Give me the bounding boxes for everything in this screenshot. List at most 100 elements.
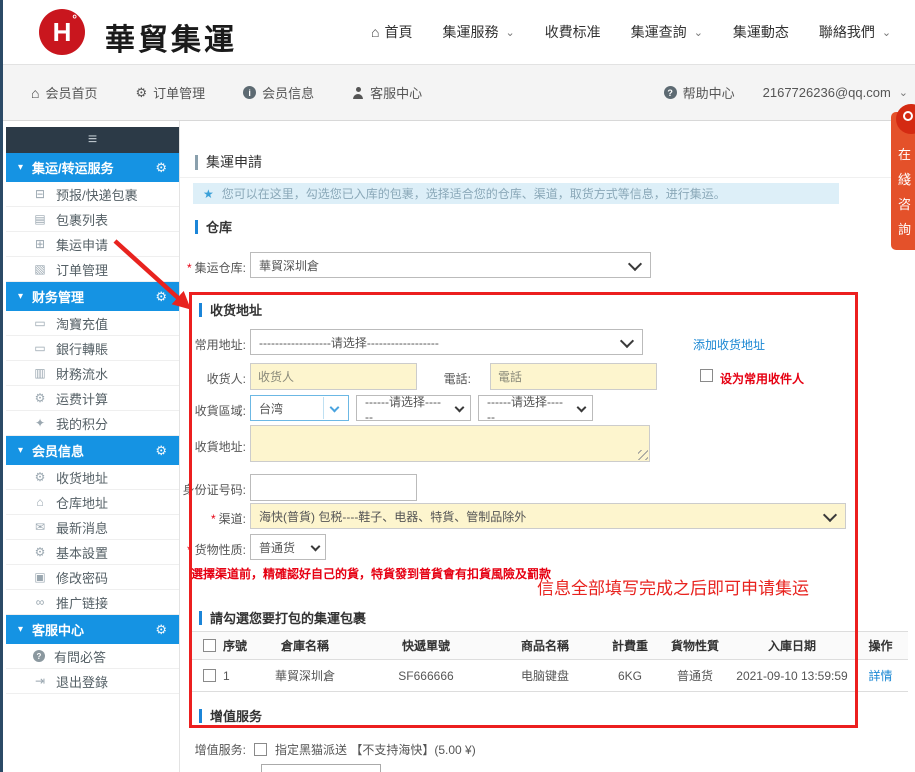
column-header: 序號 [223,637,247,654]
star-icon: ★ [203,187,214,201]
envelope-icon: ✉ [33,520,47,534]
account-email: 2167726236@qq.com [763,85,891,100]
caret-down-icon: ▾ [18,162,23,173]
sidebar-item-label: 预报/快递包裹 [56,185,138,204]
service-tab-char: 綫 [898,169,911,188]
gear-icon[interactable]: ⚙ [155,289,167,305]
page: H ° 華貿集運 ⌂ 首頁 集運服務 ⌄ 收費标准 集運查詢 ⌄ 集運動态 聯絡… [0,0,915,772]
sidebar-item-label: 我的积分 [56,414,108,433]
channel-warning-text: 選擇渠道前，精確認好自己的貨，特貨發到普貨會有扣貨風險及罰款 [191,565,551,582]
sidebar-section-support[interactable]: ▾ 客服中心 ⚙ [6,615,179,644]
cell-cargo-type: 普通货 [659,667,731,684]
sidebar-item-consolidation-apply[interactable]: ⊞ 集运申请 [6,232,179,257]
member-nav-orders[interactable]: ⚙ 订单管理 [135,83,205,102]
receiver-input[interactable] [250,363,417,390]
common-address-value: ------------------请选择------------------ [259,334,439,351]
region-select-1-value: 台湾 [259,400,283,417]
member-nav-home[interactable]: ⌂ 会员首页 [31,83,97,102]
select-divider [323,397,324,419]
sidebar-item-receive-address[interactable]: ⚙ 收货地址 [6,465,179,490]
table-row[interactable]: 1 華貿深圳倉 SF666666 电脑键盘 6KG 普通货 2021-09-10… [191,660,908,692]
sidebar-item-label: 基本設置 [56,543,108,562]
section-bar-accent [199,709,202,723]
common-address-select[interactable]: ------------------请选择------------------ [250,329,643,355]
top-nav-services[interactable]: 集運服務 ⌄ [442,22,514,42]
gift-icon: ✦ [33,416,47,430]
member-nav-label: 会员首页 [45,83,97,102]
gear-icon[interactable]: ⚙ [155,622,167,638]
warehouse-label: *集运仓库: [143,259,246,276]
sidebar-section-finance[interactable]: ▾ 财务管理 ⚙ [6,282,179,311]
sidebar-item-logout[interactable]: ⇥ 退出登錄 [6,669,179,694]
help-center-link[interactable]: ? 帮助中心 [664,83,735,102]
address-label: 收貨地址: [166,438,246,455]
member-nav-label: 订单管理 [153,83,205,102]
cell-product: 电脑键盘 [489,667,601,684]
sidebar-item-label: 銀行轉賬 [56,339,108,358]
warehouse-select-value: 華貿深圳倉 [259,257,319,274]
sidebar-section-member[interactable]: ▾ 会员信息 ⚙ [6,436,179,465]
sidebar-item-taobao-recharge[interactable]: ▭ 淘寶充值 [6,311,179,336]
address-textarea[interactable] [250,425,650,462]
region-select-3[interactable]: ------请选择------ [478,395,593,421]
sidebar-item-my-points[interactable]: ✦ 我的积分 [6,411,179,436]
top-nav-label: 集運服務 [442,22,498,42]
id-number-input[interactable] [250,474,417,501]
value-added-section-header: 增值服务 [199,706,262,725]
set-common-receiver-checkbox[interactable] [700,369,713,382]
annotation-text: 信息全部填写完成之后即可申请集运 [537,574,809,599]
top-nav-pricing[interactable]: 收費标准 [545,22,601,42]
sidebar-item-label: 运费计算 [56,389,108,408]
packages-table: 序號 倉庫名稱 快遞單號 商品名稱 計費重 貨物性質 入庫日期 操作 1 華貿深… [191,631,908,692]
required-mark: * [211,512,216,526]
warehouse-select[interactable]: 華貿深圳倉 [250,252,651,278]
account-menu[interactable]: 2167726236@qq.com ⌄ [763,85,908,100]
column-header: 操作 [853,637,908,654]
column-header: 倉庫名稱 [247,637,363,654]
gear-icon[interactable]: ⚙ [155,160,167,176]
sidebar-item-warehouse-address[interactable]: ⌂ 仓库地址 [6,490,179,515]
member-nav-info[interactable]: i 会员信息 [243,83,314,102]
sidebar-item-latest-news[interactable]: ✉ 最新消息 [6,515,179,540]
sidebar-item-label: 修改密码 [56,568,108,587]
cargo-type-label-text: 货物性质: [195,543,246,557]
member-navbar: ⌂ 会员首页 ⚙ 订单管理 i 会员信息 客服中心 ? 帮助中心 216772 [3,64,915,121]
phone-input[interactable] [490,363,657,390]
top-nav-home[interactable]: ⌂ 首頁 [371,22,412,42]
address-section-title: 收货地址 [210,300,262,319]
sidebar-item-finance-flow[interactable]: ▥ 財務流水 [6,361,179,386]
required-mark: * [187,543,192,557]
top-nav-contact[interactable]: 聯絡我們 ⌄ [819,22,891,42]
sidebar-item-label: 財務流水 [56,364,108,383]
select-all-checkbox[interactable] [203,639,216,652]
channel-select-value: 海快(普貨) 包税----鞋子、电器、特貨、管制品除外 [259,508,526,525]
top-nav-news[interactable]: 集運動态 [733,22,789,42]
sidebar-item-bank-transfer[interactable]: ▭ 銀行轉賬 [6,336,179,361]
sidebar-item-change-password[interactable]: ▣ 修改密码 [6,565,179,590]
top-nav-tracking[interactable]: 集運查詢 ⌄ [631,22,703,42]
chevron-down-icon: ⌄ [882,26,891,39]
sidebar-item-promo-link[interactable]: ∞ 推广链接 [6,590,179,615]
sidebar-item-package-list[interactable]: ▤ 包裹列表 [6,207,179,232]
sidebar-section-consolidation[interactable]: ▾ 集运/转运服务 ⚙ [6,153,179,182]
member-nav-label: 客服中心 [370,83,422,102]
title-bar-accent [195,155,198,170]
add-address-link[interactable]: 添加收货地址 [693,336,765,353]
info-icon: i [243,86,256,99]
resize-handle[interactable] [638,450,648,460]
member-nav-service[interactable]: 客服中心 [352,83,422,102]
region-select-2[interactable]: ------请选择------ [356,395,471,421]
sidebar-item-freight-calc[interactable]: ⚙ 运费计算 [6,386,179,411]
region-select-1[interactable]: 台湾 [250,395,349,421]
sidebar-item-forecast-package[interactable]: ⊟ 预报/快递包裹 [6,182,179,207]
channel-select[interactable]: 海快(普貨) 包税----鞋子、电器、特貨、管制品除外 [250,503,846,529]
value-added-checkbox[interactable] [254,743,267,756]
column-header: 快遞單號 [363,637,489,654]
sidebar-collapse-button[interactable]: ≡ [6,127,179,153]
detail-link[interactable]: 詳情 [853,667,908,684]
partial-select[interactable] [261,764,381,772]
row-checkbox[interactable] [203,669,216,682]
sidebar-item-qa[interactable]: ? 有問必答 [6,644,179,669]
value-added-option-label: 指定黑猫派送 【不支持海快】(5.00 ¥) [275,741,476,758]
cargo-type-select[interactable]: 普通货 [250,534,326,560]
